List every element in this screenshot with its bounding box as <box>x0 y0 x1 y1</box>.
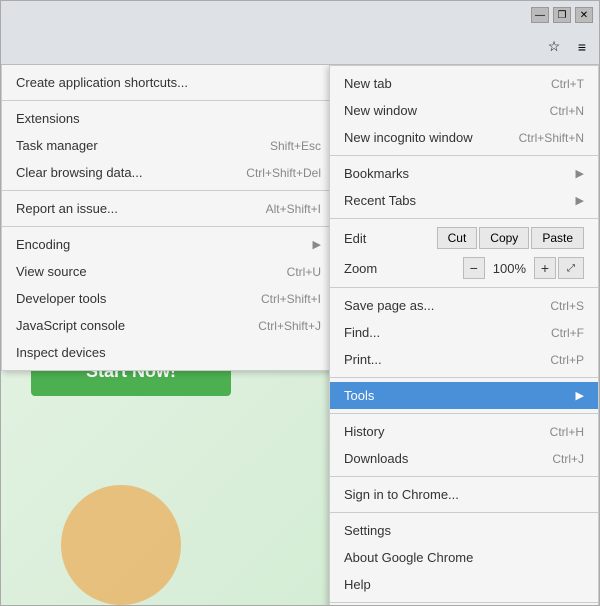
left-menu-item-task-manager[interactable]: Task manager Shift+Esc <box>2 132 335 159</box>
menu-item-recent-tabs[interactable]: Recent Tabs ▶ <box>330 187 598 214</box>
menu-item-about[interactable]: About Google Chrome <box>330 544 598 571</box>
chrome-main-menu: New tab Ctrl+T New window Ctrl+N New inc… <box>329 65 599 605</box>
page-content: Suppo Search more effe Web Flipper. Star… <box>1 65 599 605</box>
maximize-button[interactable]: ❐ <box>553 7 571 23</box>
menu-divider <box>330 602 598 603</box>
menu-divider <box>330 476 598 477</box>
menu-item-new-window[interactable]: New window Ctrl+N <box>330 97 598 124</box>
menu-divider <box>330 155 598 156</box>
left-menu-item-js-console[interactable]: JavaScript console Ctrl+Shift+J <box>2 312 335 339</box>
paste-button[interactable]: Paste <box>531 227 584 249</box>
left-menu-item-view-source[interactable]: View source Ctrl+U <box>2 258 335 285</box>
title-bar: — ❐ ✕ <box>1 1 599 29</box>
zoom-out-button[interactable]: − <box>463 257 485 279</box>
menu-divider <box>330 218 598 219</box>
chrome-menu-icon[interactable]: ≡ <box>571 36 593 58</box>
menu-item-history[interactable]: History Ctrl+H <box>330 418 598 445</box>
edit-row: Edit Cut Copy Paste <box>330 223 598 253</box>
menu-divider <box>2 190 335 191</box>
zoom-in-button[interactable]: + <box>534 257 556 279</box>
tools-submenu-panel: Create application shortcuts... Extensio… <box>1 65 336 371</box>
menu-item-bookmarks[interactable]: Bookmarks ▶ <box>330 160 598 187</box>
browser-toolbar: ☆ ≡ <box>1 29 599 65</box>
toolbar-right: ☆ ≡ <box>543 36 593 58</box>
menu-item-sign-in[interactable]: Sign in to Chrome... <box>330 481 598 508</box>
menu-item-downloads[interactable]: Downloads Ctrl+J <box>330 445 598 472</box>
left-menu-item-report-issue[interactable]: Report an issue... Alt+Shift+I <box>2 195 335 222</box>
menu-divider <box>330 512 598 513</box>
close-button[interactable]: ✕ <box>575 7 593 23</box>
menu-item-new-tab[interactable]: New tab Ctrl+T <box>330 70 598 97</box>
menu-item-print[interactable]: Print... Ctrl+P <box>330 346 598 373</box>
left-menu-item-encoding[interactable]: Encoding ▶ <box>2 231 335 258</box>
menu-divider <box>2 226 335 227</box>
minimize-button[interactable]: — <box>531 7 549 23</box>
zoom-row: Zoom − 100% + ⤢ <box>330 253 598 283</box>
menu-item-incognito[interactable]: New incognito window Ctrl+Shift+N <box>330 124 598 151</box>
menu-item-save-page[interactable]: Save page as... Ctrl+S <box>330 292 598 319</box>
bookmark-icon[interactable]: ☆ <box>543 36 565 58</box>
zoom-label: Zoom <box>344 261 377 276</box>
menu-item-tools[interactable]: Tools ▶ <box>330 382 598 409</box>
edit-label: Edit <box>344 231 366 246</box>
cut-button[interactable]: Cut <box>437 227 478 249</box>
dropdown-overlay: Create application shortcuts... Extensio… <box>1 65 599 605</box>
menu-divider <box>330 413 598 414</box>
zoom-value: 100% <box>485 261 534 276</box>
left-menu-item-extensions[interactable]: Extensions <box>2 105 335 132</box>
menu-item-settings[interactable]: Settings <box>330 517 598 544</box>
left-menu-item-developer-tools[interactable]: Developer tools Ctrl+Shift+I <box>2 285 335 312</box>
left-menu-item-create-shortcuts[interactable]: Create application shortcuts... <box>2 69 335 96</box>
copy-button[interactable]: Copy <box>479 227 529 249</box>
left-menu-item-inspect-devices[interactable]: Inspect devices <box>2 339 335 366</box>
fullscreen-button[interactable]: ⤢ <box>558 257 584 279</box>
left-menu-item-clear-browsing[interactable]: Clear browsing data... Ctrl+Shift+Del <box>2 159 335 186</box>
menu-divider <box>330 287 598 288</box>
menu-divider <box>330 377 598 378</box>
menu-item-help[interactable]: Help <box>330 571 598 598</box>
browser-window: — ❐ ✕ ☆ ≡ Suppo Search more effe Web Fli… <box>0 0 600 606</box>
menu-item-find[interactable]: Find... Ctrl+F <box>330 319 598 346</box>
menu-divider <box>2 100 335 101</box>
